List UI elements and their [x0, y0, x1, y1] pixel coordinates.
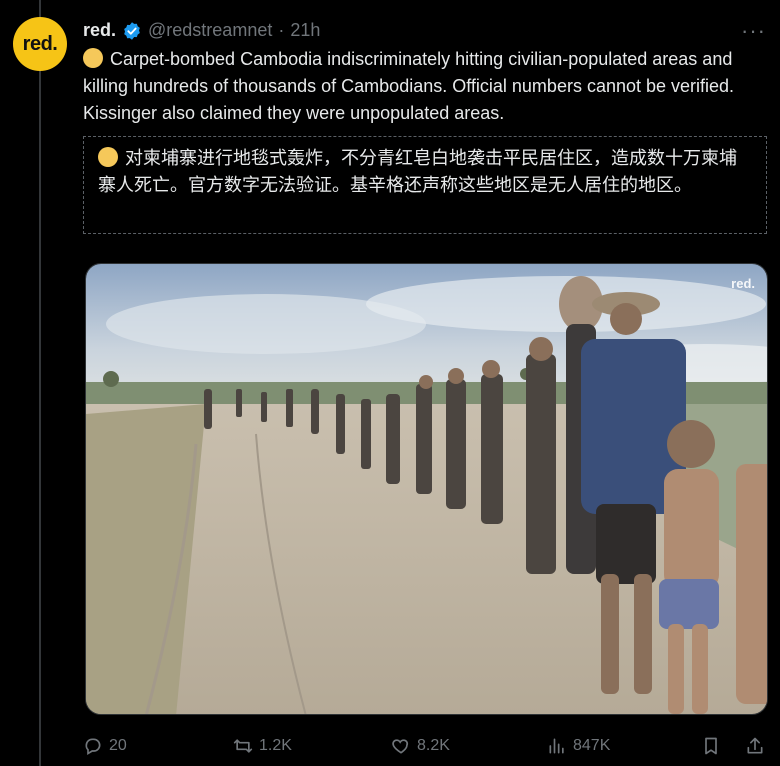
- repost-button[interactable]: 1.2K: [233, 736, 292, 756]
- reply-button[interactable]: 20: [83, 736, 127, 756]
- post-header: red. @redstreamnet · 21h: [83, 20, 320, 41]
- avatar-text: red.: [22, 32, 58, 55]
- post-text: Carpet-bombed Cambodia indiscriminately …: [83, 46, 763, 127]
- yellow-circle-emoji-icon: [98, 147, 118, 167]
- more-options-icon[interactable]: ···: [741, 18, 766, 44]
- separator-dot: ·: [278, 20, 285, 40]
- repost-count: 1.2K: [259, 737, 292, 754]
- like-button[interactable]: 8.2K: [391, 736, 450, 756]
- reply-icon: [85, 738, 101, 755]
- share-button[interactable]: [745, 736, 765, 756]
- action-bar: 20 1.2K 8.2K 847K: [83, 732, 767, 760]
- translation-box: 对柬埔寨进行地毯式轰炸，不分青红皂白地袭击平民居住区，造成数十万柬埔寨人死亡。官…: [83, 136, 767, 234]
- post-image[interactable]: red.: [85, 263, 768, 715]
- avatar[interactable]: red.: [13, 17, 67, 71]
- post-timestamp[interactable]: 21h: [290, 20, 320, 41]
- like-count: 8.2K: [417, 737, 450, 754]
- repost-icon: [233, 739, 253, 753]
- user-handle[interactable]: @redstreamnet: [148, 20, 272, 41]
- reply-count: 20: [109, 737, 127, 754]
- display-name[interactable]: red.: [83, 20, 116, 41]
- refugees-road-photo: [86, 264, 767, 714]
- thread-line: [39, 0, 41, 766]
- verified-badge-icon[interactable]: [122, 21, 142, 41]
- views-button[interactable]: 847K: [547, 736, 610, 756]
- bookmark-button[interactable]: [701, 736, 721, 756]
- heart-icon: [392, 739, 409, 754]
- bookmark-icon: [705, 737, 717, 755]
- yellow-circle-emoji-icon: [83, 48, 103, 68]
- share-icon: [747, 737, 763, 754]
- image-watermark: red.: [731, 276, 755, 291]
- views-count: 847K: [573, 737, 611, 754]
- translation-text: 对柬埔寨进行地毯式轰炸，不分青红皂白地袭击平民居住区，造成数十万柬埔寨人死亡。官…: [98, 148, 737, 195]
- views-chart-icon: [549, 738, 564, 754]
- post-text-body: Carpet-bombed Cambodia indiscriminately …: [83, 49, 735, 123]
